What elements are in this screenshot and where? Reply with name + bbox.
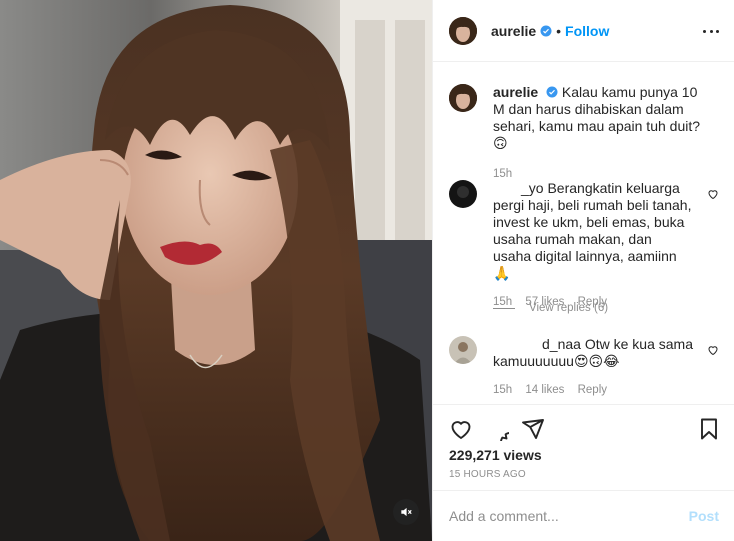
- comment-meta: 15h 14 likes Reply: [493, 384, 693, 396]
- caption-time[interactable]: 15h: [493, 168, 512, 180]
- comment-input[interactable]: [449, 508, 689, 524]
- reply-button[interactable]: Reply: [578, 384, 607, 396]
- verified-badge-icon: [546, 86, 558, 98]
- share-icon[interactable]: [521, 417, 545, 441]
- post-video-frame: [0, 0, 432, 541]
- view-replies-label: View replies (6): [529, 302, 609, 314]
- post-comment-button[interactable]: Post: [689, 508, 719, 524]
- heart-icon[interactable]: [707, 344, 719, 356]
- bookmark-icon[interactable]: [697, 417, 721, 441]
- caption-author-avatar[interactable]: [449, 84, 477, 112]
- comment-icon[interactable]: [485, 417, 509, 441]
- view-count[interactable]: 229,271 views: [449, 447, 542, 463]
- comments-list[interactable]: aurelie Kalau kamu punya 10 M dan harus …: [433, 62, 734, 404]
- comment-likes[interactable]: 14 likes: [525, 384, 564, 396]
- comment-username[interactable]: d_naa: [542, 336, 581, 352]
- more-options-icon[interactable]: [703, 22, 719, 40]
- comment-item: xxxxxxxd_naa Otw ke kua sama kamuuuuuuu😍…: [449, 336, 719, 396]
- comment-item: xxxx_yo Berangkatin keluarga pergi haji,…: [449, 180, 719, 308]
- post-side-panel: aurelie • Follow aurelie Kalau kamu puny…: [432, 0, 734, 541]
- volume-mute-icon: [401, 507, 412, 517]
- mute-toggle-button[interactable]: [393, 499, 419, 525]
- comment-username[interactable]: _yo: [521, 180, 544, 196]
- post-caption: aurelie Kalau kamu punya 10 M dan harus …: [449, 84, 719, 180]
- view-replies-button[interactable]: View replies (6): [493, 302, 608, 314]
- header-separator: •: [556, 22, 562, 39]
- commenter-avatar[interactable]: [449, 336, 477, 364]
- author-avatar[interactable]: [449, 16, 477, 45]
- comment-time[interactable]: 15h: [493, 384, 512, 396]
- verified-badge-icon: [540, 25, 552, 36]
- commenter-avatar[interactable]: [449, 180, 477, 208]
- post-media[interactable]: [0, 0, 432, 541]
- post-timestamp[interactable]: 15 HOURS AGO: [449, 469, 526, 480]
- caption-username[interactable]: aurelie: [493, 84, 538, 100]
- heart-icon[interactable]: [449, 417, 473, 441]
- author-username[interactable]: aurelie: [491, 23, 536, 39]
- heart-icon[interactable]: [707, 188, 719, 200]
- post-actions: 229,271 views 15 HOURS AGO: [433, 404, 734, 490]
- post-header: aurelie • Follow: [433, 0, 734, 62]
- comment-composer: Post: [433, 490, 734, 541]
- follow-button[interactable]: Follow: [565, 23, 609, 39]
- caption-meta: 15h: [493, 168, 703, 180]
